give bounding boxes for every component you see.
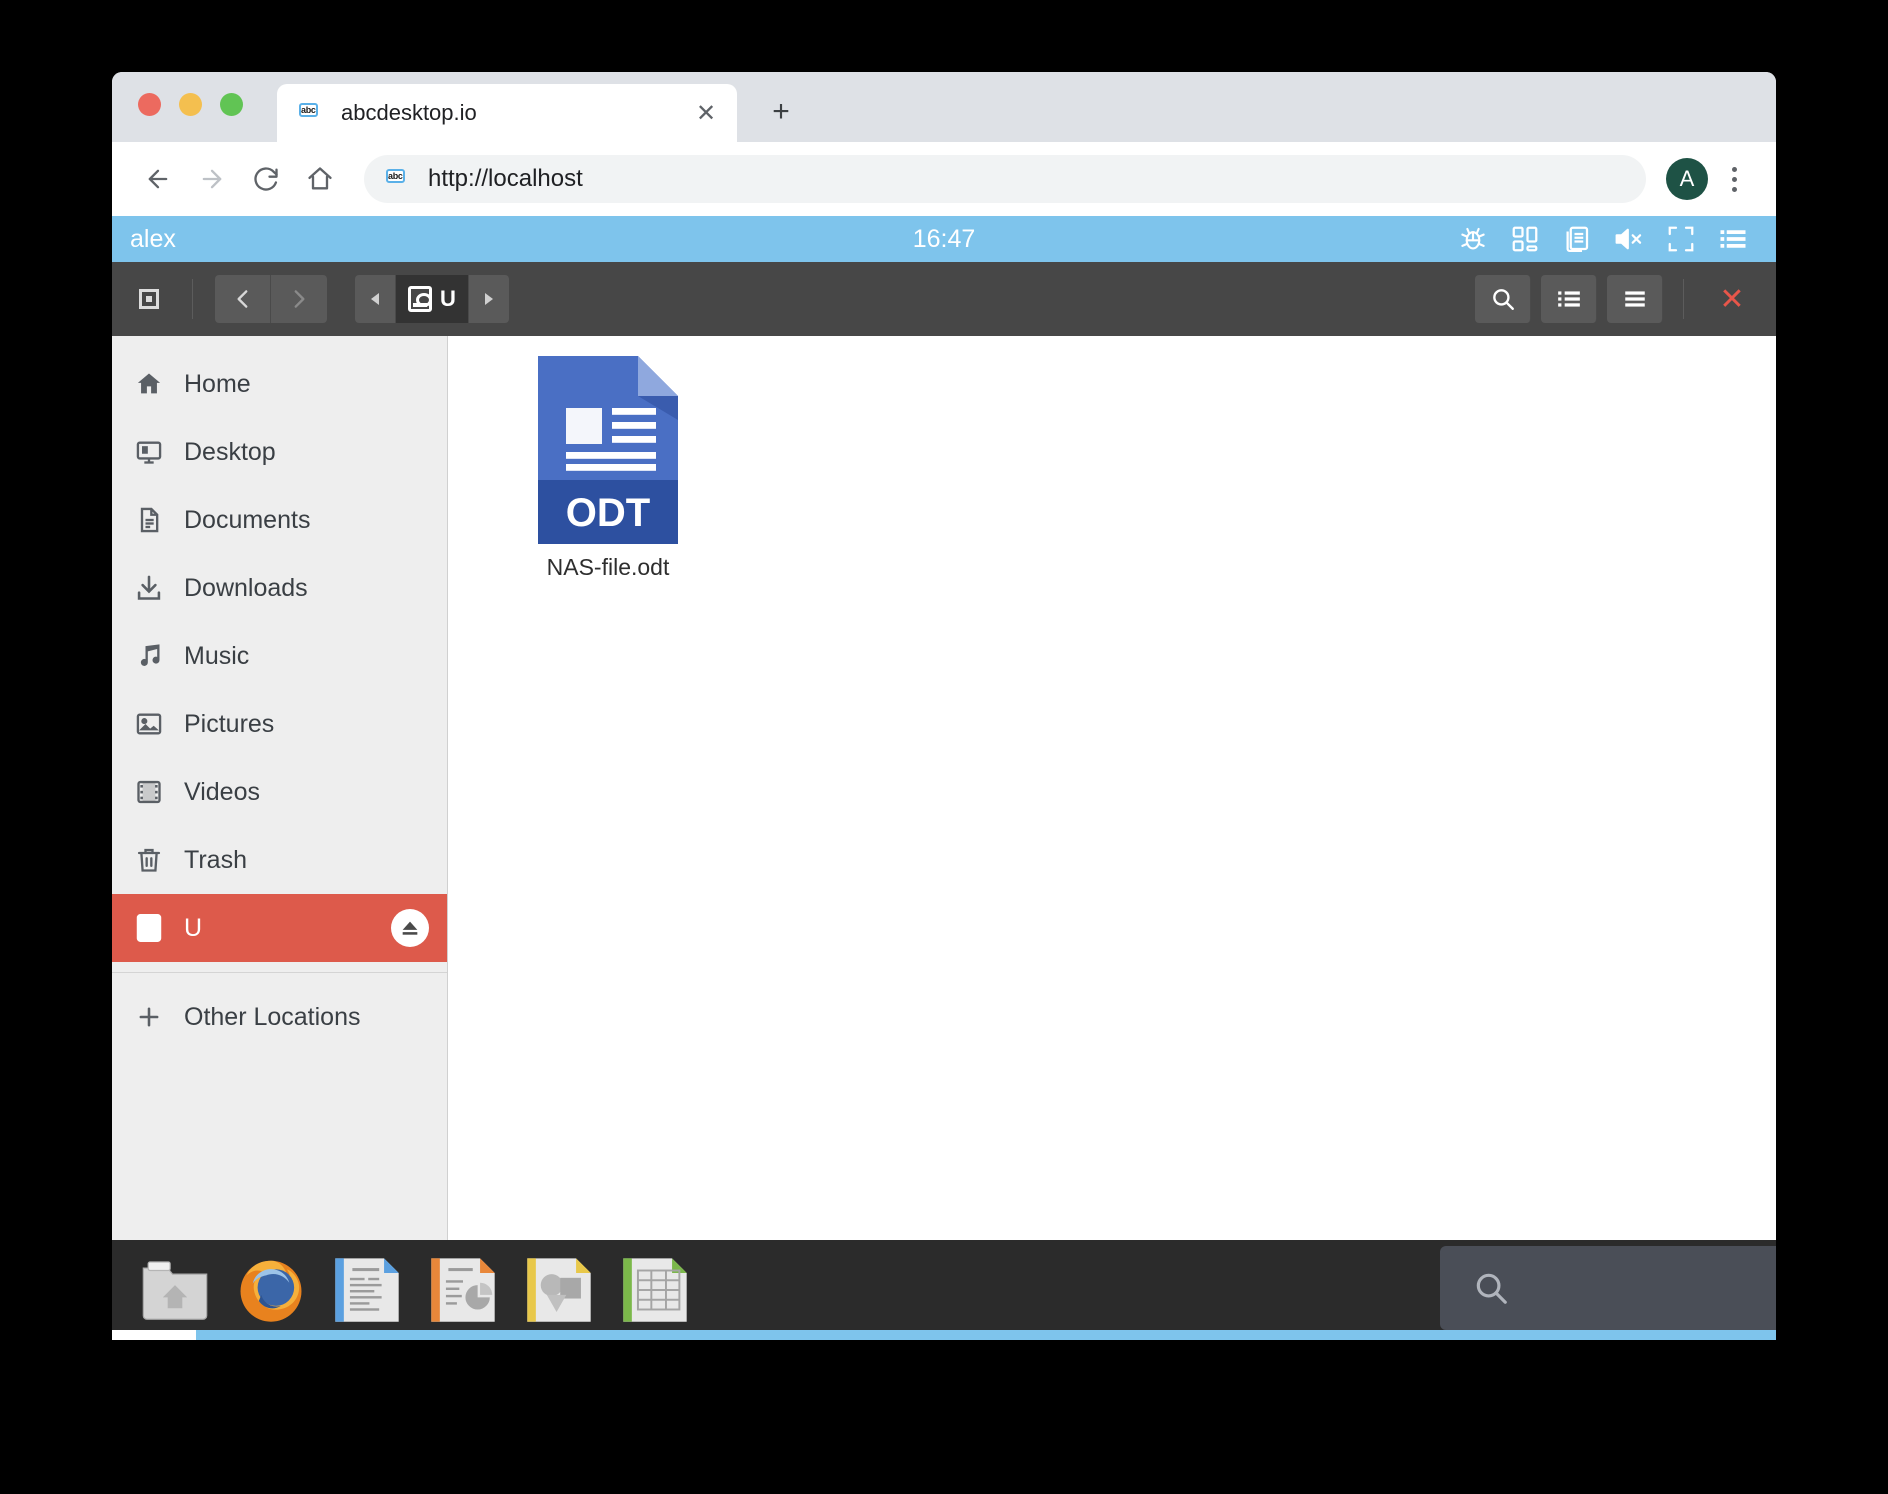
maximize-window-button[interactable] [220, 92, 243, 116]
chevron-left-icon[interactable] [215, 275, 271, 323]
drive-icon [408, 286, 432, 312]
abc-monitor-icon: abc [386, 169, 405, 183]
browser-toolbar: abc http://localhost A [112, 142, 1776, 216]
libreoffice-draw-icon[interactable] [520, 1251, 598, 1329]
sidebar-item-label: Home [184, 369, 251, 398]
eject-icon[interactable] [391, 909, 429, 947]
music-note-icon [134, 642, 164, 670]
close-window-button[interactable] [138, 92, 161, 116]
plus-icon [134, 1003, 164, 1031]
filemanager-toolbar-right: ✕ [1475, 275, 1760, 323]
trash-icon [134, 846, 164, 874]
minimize-window-button[interactable] [179, 92, 202, 116]
back-arrow-icon[interactable] [134, 155, 182, 203]
document-icon [134, 506, 164, 534]
close-icon[interactable]: ✕ [689, 96, 723, 130]
sidebar-item-label: Videos [184, 777, 260, 806]
filemanager-body: Home Desktop Documents Downloads Music P… [112, 336, 1776, 1240]
toolbar-divider [192, 279, 193, 319]
svg-text:ODT: ODT [566, 491, 650, 535]
browser-tab[interactable]: abc abcdesktop.io ✕ [277, 84, 737, 142]
abc-monitor-icon: abc [299, 103, 318, 117]
taskbar-search[interactable] [1440, 1246, 1776, 1330]
search-icon [1476, 1273, 1507, 1304]
file-manager-icon[interactable] [136, 1251, 214, 1329]
forward-arrow-icon[interactable] [188, 155, 236, 203]
chevron-right-icon[interactable] [271, 275, 327, 323]
libreoffice-impress-icon[interactable] [424, 1251, 502, 1329]
nav-button-group [215, 275, 327, 323]
scrollbar-thumb[interactable] [112, 1330, 196, 1340]
film-icon [134, 778, 164, 806]
list-view-icon[interactable] [1541, 275, 1597, 323]
filemanager-sidebar: Home Desktop Documents Downloads Music P… [112, 336, 448, 1240]
file-item-label: NAS-file.odt [546, 554, 670, 580]
desktop-monitor-icon [134, 438, 164, 466]
sidebar-item-videos[interactable]: Videos [112, 758, 447, 826]
documents-icon[interactable] [1560, 222, 1594, 256]
filemanager-content[interactable]: ODT NAS-file.odt [448, 336, 1776, 1240]
new-tab-button[interactable]: + [759, 90, 803, 134]
toolbar-divider [1683, 279, 1684, 319]
odt-file-icon: ODT [534, 356, 682, 544]
picture-icon [134, 710, 164, 738]
horizontal-scrollbar[interactable] [112, 1330, 1776, 1340]
sidebar-item-trash[interactable]: Trash [112, 826, 447, 894]
browser-tab-strip: abc abcdesktop.io ✕ + [112, 72, 1776, 142]
desktop-topbar-icons [1456, 222, 1750, 256]
address-bar[interactable]: abc http://localhost [364, 155, 1646, 203]
sidebar-item-label: Desktop [184, 437, 276, 466]
sidebar-item-desktop[interactable]: Desktop [112, 418, 447, 486]
sidebar-item-music[interactable]: Music [112, 622, 447, 690]
sidebar-item-label: Pictures [184, 709, 275, 738]
sidebar-item-u[interactable]: U [112, 894, 447, 962]
breadcrumb-item-label: U [440, 286, 456, 311]
file-item[interactable]: ODT NAS-file.odt [518, 356, 698, 581]
taskbar [112, 1240, 1776, 1340]
sidebar-item-label: Trash [184, 845, 247, 874]
sidebar-item-label: Music [184, 641, 250, 670]
sidebar-item-label: Documents [184, 505, 311, 534]
window-traffic-lights [138, 72, 243, 142]
volume-mute-icon[interactable] [1612, 222, 1646, 256]
download-icon [134, 574, 164, 602]
avatar[interactable]: A [1666, 158, 1708, 200]
sidebar-item-label: Other Locations [184, 1002, 361, 1031]
sidebar-divider [112, 972, 447, 973]
desktop-topbar: alex 16:47 [112, 216, 1776, 262]
filemanager-toolbar: U ✕ [112, 262, 1776, 336]
browser-window: abc abcdesktop.io ✕ + abc http://localho… [112, 72, 1776, 1340]
sidebar-item-downloads[interactable]: Downloads [112, 554, 447, 622]
sidebar-item-label: U [184, 913, 203, 942]
abcdesktop-page: alex 16:47 U ✕ Home Desktop Documents Do… [112, 216, 1776, 1340]
breadcrumb: U [355, 275, 509, 323]
address-bar-url: http://localhost [428, 165, 583, 192]
sidebar-item-pictures[interactable]: Pictures [112, 690, 447, 758]
sidebar-item-documents[interactable]: Documents [112, 486, 447, 554]
apps-grid-icon[interactable] [1508, 222, 1542, 256]
hamburger-menu-icon[interactable] [1607, 275, 1663, 323]
triangle-right-icon[interactable] [468, 275, 509, 323]
reload-icon[interactable] [242, 155, 290, 203]
drive-icon [134, 913, 164, 943]
search-icon[interactable] [1475, 275, 1531, 323]
home-icon [134, 370, 164, 398]
libreoffice-calc-icon[interactable] [616, 1251, 694, 1329]
fullscreen-icon[interactable] [1664, 222, 1698, 256]
view-square-icon[interactable] [139, 289, 159, 309]
sidebar-item-label: Downloads [184, 573, 308, 602]
bug-icon[interactable] [1456, 222, 1490, 256]
home-icon[interactable] [296, 155, 344, 203]
sidebar-item-home[interactable]: Home [112, 350, 447, 418]
libreoffice-writer-icon[interactable] [328, 1251, 406, 1329]
desktop-username: alex [130, 224, 176, 253]
sidebar-item-other-locations[interactable]: Other Locations [112, 983, 447, 1051]
triangle-left-icon[interactable] [355, 275, 396, 323]
breadcrumb-item-u[interactable]: U [396, 275, 469, 323]
chrome-menu-icon[interactable] [1714, 166, 1754, 192]
browser-tab-title: abcdesktop.io [341, 100, 477, 125]
close-window-icon[interactable]: ✕ [1704, 275, 1760, 323]
firefox-icon[interactable] [232, 1251, 310, 1329]
menu-list-icon[interactable] [1716, 222, 1750, 256]
